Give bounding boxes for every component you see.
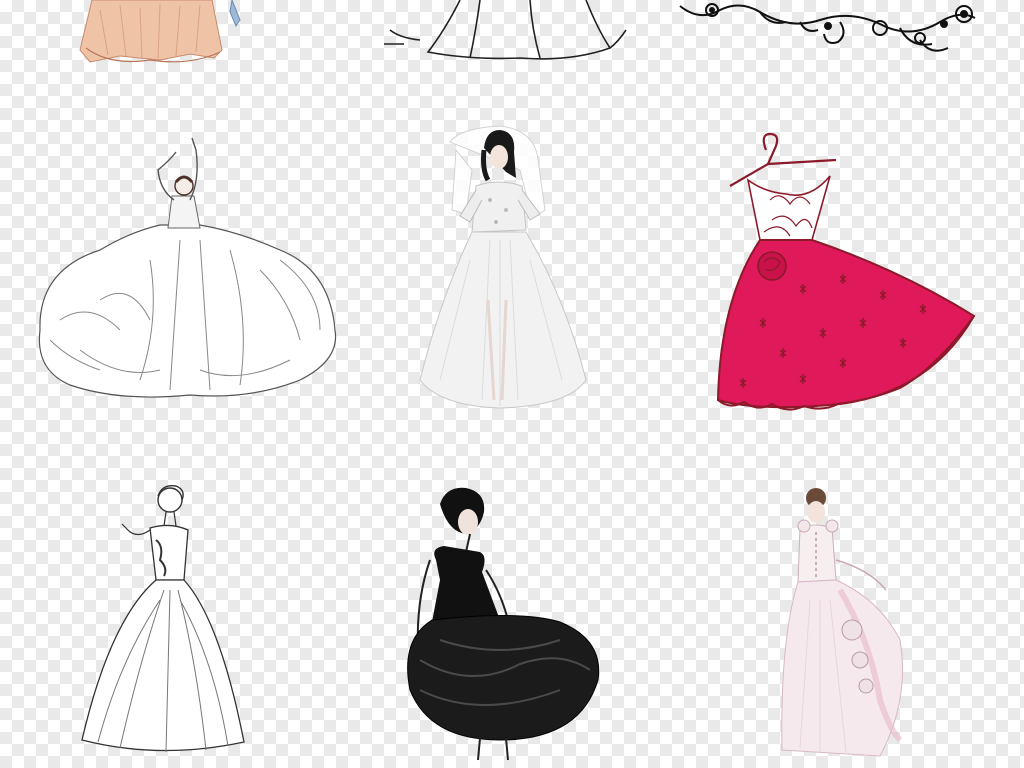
red-dress-on-hanger bbox=[716, 132, 976, 411]
partial-dress-sketch-top-left bbox=[79, 0, 241, 63]
floral-swirl-ornament-top-right bbox=[679, 3, 976, 52]
strapless-gown-line-sketch bbox=[81, 485, 245, 753]
image-canvas bbox=[0, 0, 1024, 768]
illustration-sheet bbox=[38, 0, 976, 761]
bride-with-veil-illustration bbox=[419, 125, 587, 409]
black-cocktail-dress-illustration bbox=[407, 487, 600, 761]
partial-gown-outline-top-center bbox=[384, 0, 627, 60]
ball-gown-arms-raised-sketch bbox=[38, 137, 337, 398]
pink-rose-wedding-gown-back-view bbox=[781, 488, 903, 757]
